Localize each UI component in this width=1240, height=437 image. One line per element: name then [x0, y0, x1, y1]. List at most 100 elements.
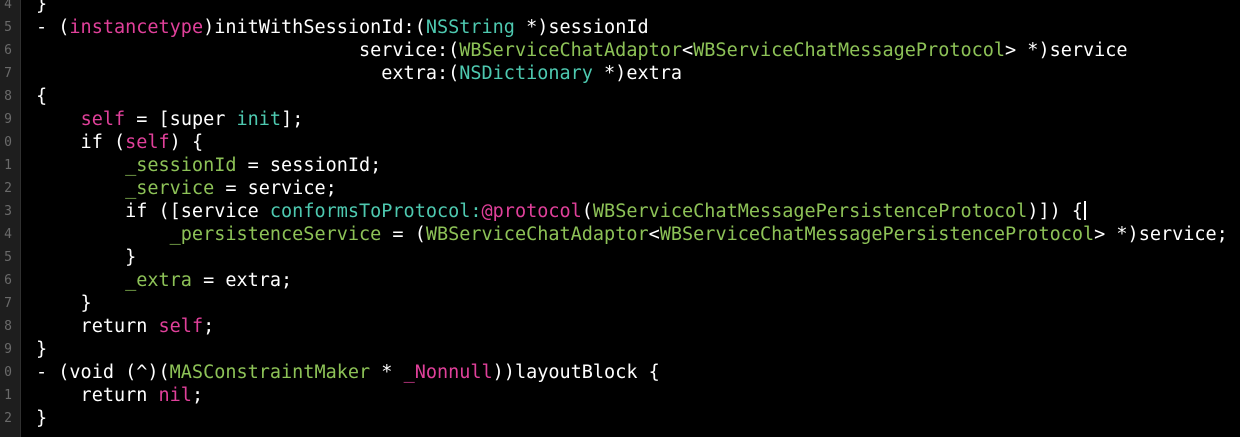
code-token-keyword: self: [125, 132, 170, 153]
code-token-plain: - (void (^)(: [36, 362, 170, 383]
code-token-plain: *: [370, 362, 404, 383]
code-token-keyword: self: [158, 316, 204, 337]
code-line[interactable]: if ([service conformsToProtocol:@protoco…: [36, 200, 1087, 223]
code-line[interactable]: }: [36, 0, 47, 16]
code-token-plain: }: [36, 247, 137, 268]
code-token-plain: (: [581, 201, 593, 222]
code-token-plain: - (: [36, 17, 70, 38]
code-token-project: WBServiceChatAdaptor: [425, 224, 649, 245]
code-token-type: NSString: [425, 17, 515, 38]
line-number-gutter: 4 5 6 7 8 9 0 1 2 3 4 5 6 7 8 9 0 1 2: [0, 0, 21, 437]
code-token-plain: > *)service: [1005, 40, 1128, 61]
line-number: 6: [4, 43, 12, 58]
code-token-plain: = (: [381, 224, 426, 245]
code-token-keyword: nil: [158, 385, 192, 406]
code-area[interactable]: } - (instancetype)initWithSessionId:(NSSt…: [36, 0, 1240, 437]
line-number: 3: [4, 204, 12, 219]
code-token-plain: ;: [203, 316, 215, 337]
code-token-keyword: _Nonnull: [403, 362, 493, 383]
code-token-project: _service: [125, 178, 215, 199]
line-number: 1: [4, 388, 12, 403]
text-cursor: [1084, 201, 1087, 220]
code-token-project: _extra: [125, 270, 192, 291]
code-line[interactable]: return nil;: [36, 384, 204, 407]
code-token-project: _persistenceService: [169, 224, 382, 245]
code-token-plain: > *)service;: [1094, 224, 1228, 245]
line-number: 4: [4, 0, 12, 12]
code-token-plain: = extra;: [191, 270, 293, 291]
code-line[interactable]: }: [36, 338, 47, 361]
code-line[interactable]: if (self) {: [36, 131, 204, 154]
line-number: 8: [4, 319, 12, 334]
code-line[interactable]: _service = service;: [36, 177, 337, 200]
code-token-project: _sessionId: [125, 155, 237, 176]
code-token-plain: = service;: [214, 178, 337, 199]
code-editor[interactable]: 4567890123456789012 } - (instancetype)ini…: [0, 0, 1240, 437]
code-token-plain: ))layoutBlock {: [492, 362, 660, 383]
code-token-plain: <: [648, 224, 660, 245]
code-token-plain: }: [36, 293, 92, 314]
code-token-type: NSDictionary: [459, 63, 593, 84]
code-token-type: init: [236, 109, 282, 130]
line-number: 2: [4, 181, 12, 196]
line-number: 8: [4, 89, 12, 104]
code-token-plain: {: [36, 86, 48, 107]
code-line[interactable]: - (void (^)(MASConstraintMaker * _Nonnul…: [36, 361, 660, 384]
code-token-plain: = [super: [125, 109, 237, 130]
code-line[interactable]: _extra = extra;: [36, 269, 292, 292]
code-token-plain: *)extra: [592, 63, 683, 84]
code-token-plain: extra:(: [36, 63, 460, 84]
code-line[interactable]: {: [36, 85, 47, 108]
code-line[interactable]: }: [36, 246, 136, 269]
code-token-project: MASConstraintMaker: [169, 362, 371, 383]
code-line[interactable]: _persistenceService = (WBServiceChatAdap…: [36, 223, 1228, 246]
code-token-plain: )initWithSessionId:(: [203, 17, 426, 38]
code-token-plain: ;: [191, 385, 204, 406]
code-line[interactable]: self = [super init];: [36, 108, 304, 131]
code-token-project: WBServiceChatMessagePersistenceProtocol: [659, 224, 1095, 245]
code-token-plain: <: [682, 40, 694, 61]
code-token-plain: ) {: [169, 132, 204, 153]
code-token-plain: ];: [281, 109, 304, 130]
code-line[interactable]: extra:(NSDictionary *)extra: [36, 62, 682, 85]
code-token-plain: service:(: [36, 40, 460, 61]
code-token-keyword: instancetype: [69, 17, 204, 38]
code-token-plain: )]) {: [1027, 201, 1084, 222]
code-token-plain: return: [36, 316, 159, 337]
code-line[interactable]: - (instancetype)initWithSessionId:(NSStr…: [36, 16, 649, 39]
code-token-plain: = sessionId;: [236, 155, 382, 176]
line-number: 7: [4, 66, 12, 81]
line-number: 9: [4, 342, 12, 357]
line-number: 2: [4, 411, 12, 426]
line-number: 0: [4, 135, 12, 150]
line-number: 9: [4, 112, 12, 127]
code-token-project: WBServiceChatAdaptor: [459, 40, 683, 61]
code-token-project: WBServiceChatMessagePersistenceProtocol: [592, 201, 1028, 222]
code-token-plain: }: [36, 339, 48, 360]
code-line[interactable]: service:(WBServiceChatAdaptor<WBServiceC…: [36, 39, 1128, 62]
code-token-plain: return: [36, 385, 159, 406]
code-token-type: conformsToProtocol:: [269, 201, 482, 222]
line-number: 4: [4, 227, 12, 242]
code-line[interactable]: _sessionId = sessionId;: [36, 154, 381, 177]
line-number: 6: [4, 273, 12, 288]
code-token-plain: *)sessionId: [514, 17, 649, 38]
code-token-project: WBServiceChatMessageProtocol: [693, 40, 1006, 61]
code-line[interactable]: }: [36, 407, 47, 430]
code-token-keyword: self: [80, 109, 126, 130]
line-number: 5: [4, 250, 12, 265]
code-line[interactable]: return self;: [36, 315, 215, 338]
code-token-keyword: @protocol: [481, 201, 582, 222]
line-number: 5: [4, 20, 12, 35]
code-token-plain: }: [36, 0, 48, 15]
code-token-plain: if (: [36, 132, 126, 153]
code-line[interactable]: }: [36, 292, 92, 315]
code-token-plain: if ([service: [36, 201, 270, 222]
line-number: 7: [4, 296, 12, 311]
line-number: 1: [4, 158, 12, 173]
code-token-plain: }: [36, 408, 48, 429]
